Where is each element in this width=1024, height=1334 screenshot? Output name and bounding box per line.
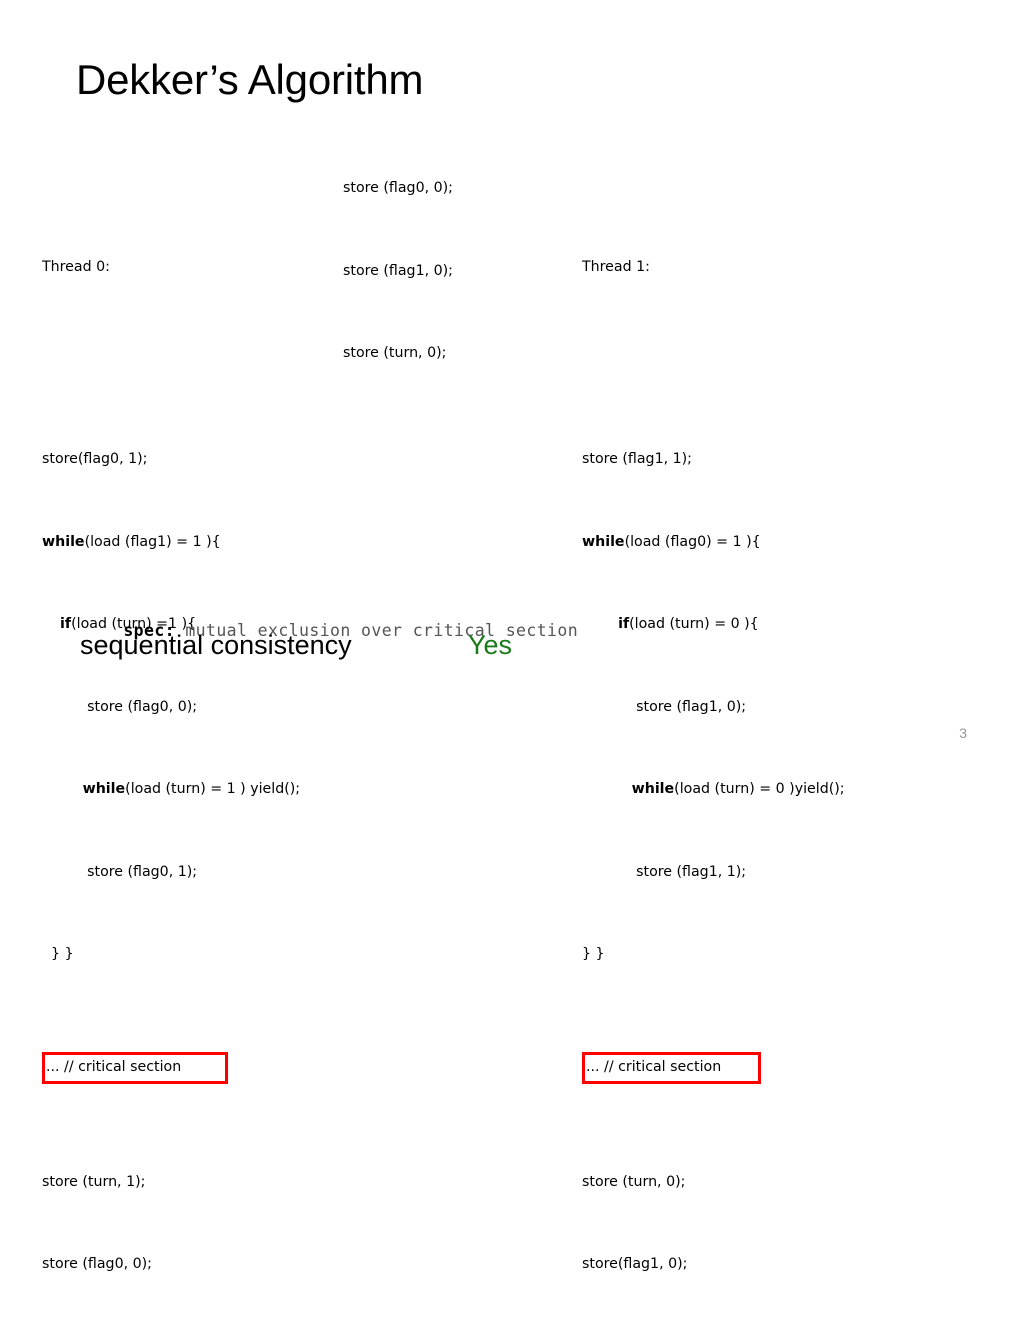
code-text: store (flag1, 1); [636, 863, 747, 880]
code-line: store(flag0, 1); [42, 446, 300, 474]
code-line: store (flag1, 1); [582, 446, 845, 474]
code-line: store (turn, 1); [42, 1173, 146, 1190]
thread0-critical-section-highlight: ... // critical section [42, 1052, 228, 1084]
keyword: while [42, 533, 85, 550]
slide-canvas: Dekker’s Algorithm store (flag0, 0); sto… [0, 0, 1024, 1272]
code-line: store (turn, 0); [582, 1173, 686, 1190]
code-text: store (flag0, 0); [87, 698, 198, 715]
init-code-block: store (flag0, 0); store (flag1, 0); stor… [343, 120, 453, 423]
keyword: while [82, 781, 126, 797]
code-text: (load (turn) = 0 )yield(); [674, 781, 845, 797]
code-line: while(load (turn) = 0 )yield(); [582, 776, 845, 804]
code-line: if(load (turn) = 0 ){ [582, 611, 845, 639]
code-text: store (flag1, 1); [582, 451, 692, 467]
code-line: ... // critical section [42, 1051, 300, 1086]
code-line: ... // critical section [582, 1051, 845, 1086]
memory-model-row: sequential consistency Yes [80, 628, 600, 668]
code-line: while(load (flag0) = 1 ){ [582, 529, 845, 557]
thread1-code-block: Thread 1: store (flag1, 1); while(load (… [582, 171, 845, 1334]
keyword: if [618, 616, 630, 632]
code-text: store(flag0, 1); [42, 451, 148, 467]
code-line: store (flag1, 0); [582, 694, 845, 722]
code-line: } } [582, 941, 845, 969]
code-line: store (flag0, 1); [42, 859, 300, 887]
code-line: store (flag0, 0); [42, 694, 300, 722]
code-text: (load (turn) = 0 ){ [629, 616, 759, 632]
code-text: (load (flag1) = 1 ){ [84, 533, 221, 550]
page-number: 3 [959, 725, 967, 741]
init-line: store (flag0, 0); [343, 180, 453, 196]
spec-verdict: Yes [468, 630, 513, 660]
code-text: (load (flag0) = 1 ){ [624, 533, 761, 550]
thread1-header: Thread 1: [582, 258, 650, 275]
keyword: if [60, 616, 72, 632]
keyword: while [582, 533, 625, 550]
init-line: store (turn, 0); [343, 345, 447, 361]
code-text: (load (turn) = 1 ) yield(); [125, 781, 301, 797]
thread0-code-block: Thread 0: store(flag0, 1); while(load (f… [42, 171, 300, 1334]
init-line: store (flag1, 0); [343, 262, 453, 279]
thread1-critical-section-highlight: ... // critical section [582, 1052, 761, 1084]
code-line: } } [42, 941, 300, 969]
code-line: while(load (turn) = 1 ) yield(); [42, 776, 300, 804]
page-title: Dekker’s Algorithm [76, 56, 424, 103]
code-line: store(flag1, 0); [582, 1256, 688, 1272]
code-line: store (flag1, 1); [582, 859, 845, 887]
memory-model-name: sequential consistency [80, 630, 352, 660]
code-line: while(load (flag1) = 1 ){ [42, 529, 300, 557]
code-text: } } [51, 946, 74, 962]
code-text: store (flag1, 0); [636, 698, 747, 715]
code-text: } } [582, 946, 605, 962]
keyword: while [631, 781, 675, 797]
thread0-header: Thread 0: [42, 258, 110, 275]
code-line: store (flag0, 0); [42, 1256, 152, 1272]
code-text: store (flag0, 1); [87, 863, 198, 880]
